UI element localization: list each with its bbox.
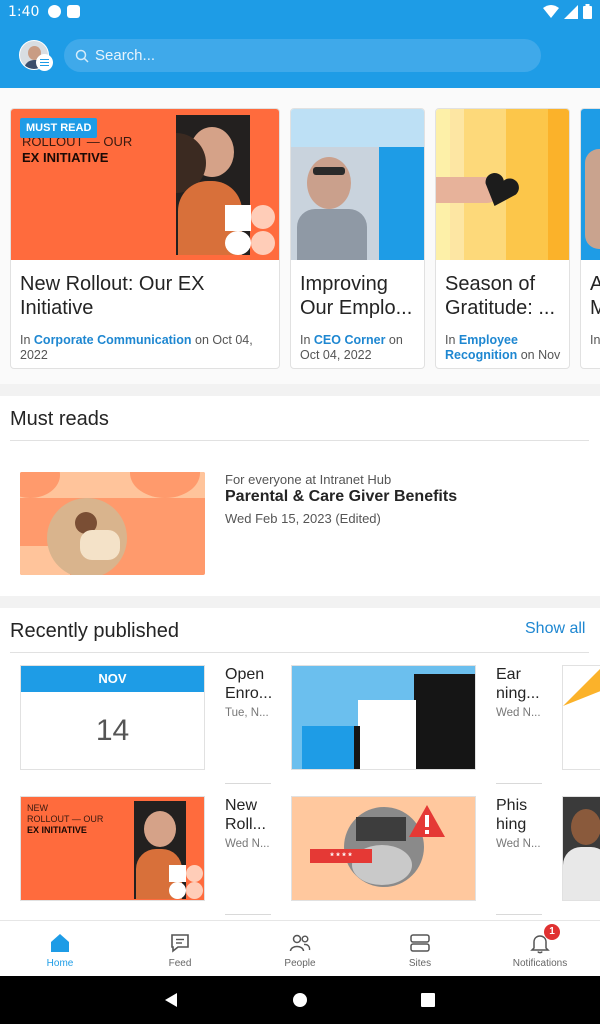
app-notification-icon xyxy=(48,5,61,18)
must-read-date: Wed Feb 15, 2023 (Edited) xyxy=(225,511,381,526)
sd-card-icon xyxy=(67,5,80,18)
home-button-icon[interactable] xyxy=(292,992,308,1008)
must-reads-section: Must reads For everyone at Intranet Hub … xyxy=(0,396,600,596)
item-date: Wed N... xyxy=(496,707,541,719)
item-thumbnail[interactable]: NEW ROLLOUT — OUR EX INITIATIVE xyxy=(20,796,205,901)
calendar-day: 14 xyxy=(95,714,130,747)
home-icon xyxy=(51,934,69,952)
list-item[interactable]: Phis hing ... Wed N... xyxy=(496,796,544,850)
item-title: Open Enro... xyxy=(225,666,273,702)
card-category-link[interactable]: CEO Corner xyxy=(314,333,386,347)
nav-label: Notifications xyxy=(512,958,568,969)
item-title: Ear ning... xyxy=(496,666,540,702)
image-caption-line-2: EX INITIATIVE xyxy=(22,150,109,165)
list-item[interactable]: Ear ning... Wed N... xyxy=(496,665,544,719)
card-image xyxy=(291,109,424,260)
card-meta: In CEO Corner on Oct 04, 2022 xyxy=(300,333,403,362)
feed-icon xyxy=(171,934,189,953)
show-all-link[interactable]: Show all xyxy=(525,620,585,638)
item-title: Phis hing ... xyxy=(496,797,528,833)
status-bar: 1:40 xyxy=(0,0,600,24)
must-read-badge: MUST READ xyxy=(20,118,98,138)
item-thumbnail[interactable] xyxy=(562,665,600,770)
image-caption-line-2: ROLLOUT — OUR xyxy=(27,814,104,824)
list-item[interactable]: Open Enro... Tue, N... xyxy=(225,665,273,719)
section-title: Recently published xyxy=(10,620,179,642)
card-meta: In R xyxy=(590,333,600,347)
calendar-tile[interactable]: NOV 14 xyxy=(20,665,205,770)
nav-notifications[interactable]: Notifications xyxy=(480,921,600,976)
calendar-month: NOV xyxy=(21,666,204,692)
card-title: Season of Gratitude: ... xyxy=(445,273,556,319)
signal-icon xyxy=(564,4,578,19)
divider xyxy=(496,783,542,784)
nav-label: People xyxy=(284,958,316,969)
notification-count-badge: 1 xyxy=(544,924,560,940)
divider xyxy=(10,440,589,441)
search-icon xyxy=(75,49,89,63)
thumbnail-shape xyxy=(563,669,600,706)
item-date: Tue, N... xyxy=(225,707,269,719)
battery-icon xyxy=(583,4,592,19)
heart-icon xyxy=(485,173,519,207)
system-navigation-bar xyxy=(0,976,600,1024)
divider xyxy=(225,783,271,784)
featured-card[interactable]: MUST READ ROLLOUT — OUR EX INITIATIVE Ne… xyxy=(10,108,280,369)
must-read-title[interactable]: Parental & Care Giver Benefits xyxy=(225,488,457,506)
search-bar[interactable] xyxy=(64,39,541,72)
nav-label: Home xyxy=(46,958,74,969)
card-category-link[interactable]: Corporate Communication xyxy=(34,333,192,347)
divider xyxy=(496,914,542,915)
divider xyxy=(10,652,589,653)
list-item[interactable]: New Roll... Wed N... xyxy=(225,796,273,850)
recently-published-section: Recently published Show all NOV 14 Open … xyxy=(0,608,600,920)
must-read-audience: For everyone at Intranet Hub xyxy=(225,472,392,487)
card-title: A M xyxy=(590,272,600,320)
card-title: New Rollout: Our EX Initiative xyxy=(20,273,205,319)
warning-icon xyxy=(409,805,445,837)
must-read-thumbnail[interactable] xyxy=(20,472,205,575)
card-image: MUST READ ROLLOUT — OUR EX INITIATIVE xyxy=(11,109,279,260)
featured-carousel[interactable]: MUST READ ROLLOUT — OUR EX INITIATIVE Ne… xyxy=(0,88,600,384)
back-icon[interactable] xyxy=(163,992,179,1008)
card-image xyxy=(436,109,569,260)
people-icon xyxy=(289,934,311,952)
image-caption-line-1: NEW xyxy=(27,803,48,813)
recents-icon[interactable] xyxy=(421,993,435,1007)
nav-people[interactable]: People xyxy=(240,921,360,976)
card-meta: In Employee Recognition on Nov xyxy=(445,333,561,362)
divider xyxy=(225,914,271,915)
nav-sites[interactable]: Sites xyxy=(360,921,480,976)
card-meta: In Corporate Communication on Oct 04, 20… xyxy=(20,333,253,362)
status-time: 1:40 xyxy=(8,4,40,20)
main-content: MUST READ ROLLOUT — OUR EX INITIATIVE Ne… xyxy=(0,88,600,920)
nav-home[interactable]: Home xyxy=(0,921,120,976)
wifi-icon xyxy=(543,4,559,18)
bottom-navigation: Home Feed People Sites Notifications xyxy=(0,920,600,976)
image-caption-line-3: EX INITIATIVE xyxy=(27,825,87,835)
nav-label: Feed xyxy=(168,958,192,969)
notification-icons xyxy=(48,5,80,18)
card-title: Improving Our Emplo... xyxy=(300,273,413,319)
password-field-graphic: * * * * xyxy=(310,849,372,863)
item-thumbnail[interactable] xyxy=(291,665,476,770)
item-date: Wed N... xyxy=(496,838,541,850)
card-image xyxy=(581,109,600,260)
search-input[interactable] xyxy=(95,47,515,64)
item-title: New Roll... xyxy=(225,797,266,833)
featured-card[interactable]: Season of Gratitude: ... In Employee Rec… xyxy=(435,108,570,369)
sites-icon xyxy=(410,934,430,952)
menu-icon[interactable] xyxy=(36,54,53,71)
item-thumbnail[interactable]: * * * * xyxy=(291,796,476,901)
system-status-icons xyxy=(543,4,592,19)
item-date: Wed N... xyxy=(225,838,270,850)
featured-card[interactable]: A M In R xyxy=(580,108,600,369)
item-thumbnail[interactable] xyxy=(562,796,600,901)
section-title: Must reads xyxy=(10,408,109,430)
nav-label: Sites xyxy=(408,958,432,969)
app-header xyxy=(0,24,600,88)
featured-card[interactable]: Improving Our Emplo... In CEO Corner on … xyxy=(290,108,425,369)
nav-feed[interactable]: Feed xyxy=(120,921,240,976)
